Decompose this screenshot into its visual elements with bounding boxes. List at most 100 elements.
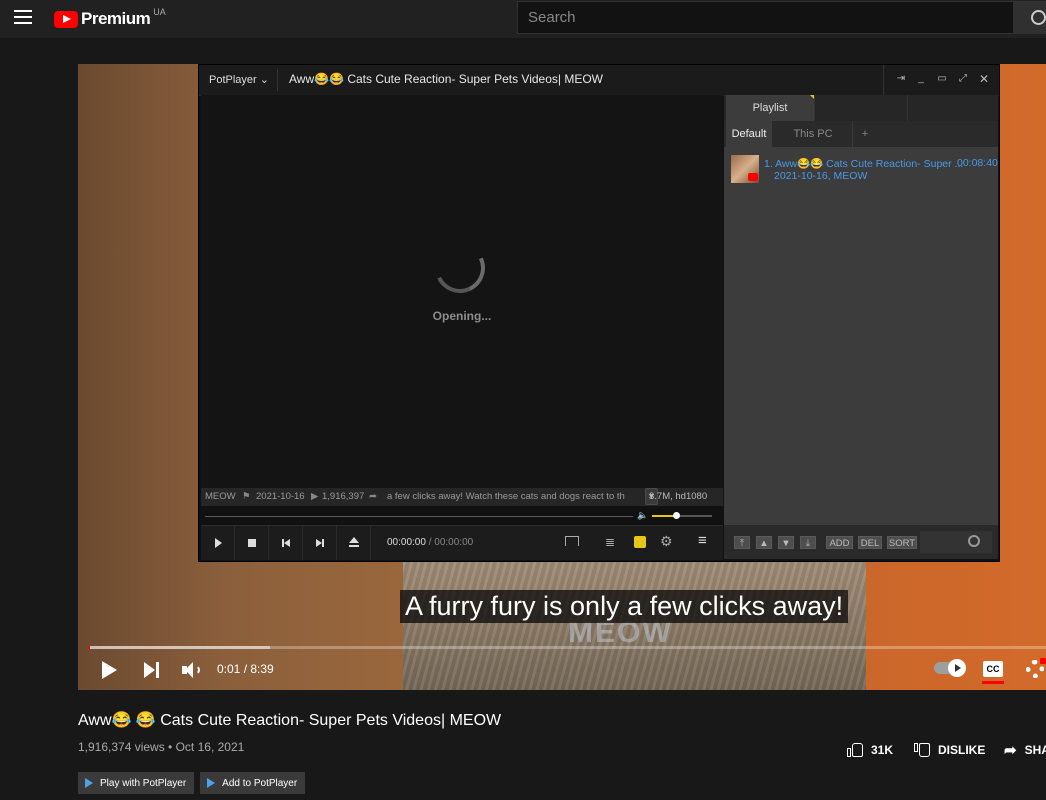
- add-to-potplayer-button[interactable]: Add to PotPlayer: [200, 772, 306, 794]
- search-box[interactable]: [517, 1, 1018, 34]
- flag-icon: ⚑: [242, 491, 251, 502]
- potplayer-menu-icon[interactable]: ≡: [698, 532, 707, 549]
- playlist-item-title: 1. Aww😂😂 Cats Cute Reaction- Super ...: [764, 158, 964, 170]
- play-with-potplayer-button[interactable]: Play with PotPlayer: [78, 772, 195, 794]
- like-count: 31K: [871, 743, 894, 757]
- search-button[interactable]: [1014, 1, 1046, 34]
- potplayer-video-area[interactable]: Opening...: [201, 95, 723, 488]
- play-count-icon: ▶: [311, 491, 319, 502]
- playlist-subtab-bar: Default This PC +: [724, 121, 998, 147]
- share-arrow-icon: ➦: [369, 491, 377, 502]
- potplayer-play-button[interactable]: [201, 526, 235, 560]
- youtube-logo-icon: [54, 10, 78, 28]
- playlist-search-icon[interactable]: ≣: [605, 535, 615, 549]
- playlist-item-thumbnail: [731, 155, 759, 183]
- dislike-label: DISLIKE: [938, 743, 986, 757]
- info-description: a few clicks away! Watch these cats and …: [387, 491, 625, 502]
- time-display: 0:01 / 8:39: [217, 662, 274, 676]
- potplayer-next-button[interactable]: [303, 526, 337, 560]
- play-with-potplayer-label: Play with PotPlayer: [100, 777, 187, 789]
- playlist-toolbar: ⤒ ▲ ▼ ⤓ ADD DEL SORT: [724, 525, 998, 559]
- move-up-button[interactable]: ▲: [756, 536, 772, 549]
- sort-button[interactable]: SORT: [887, 536, 917, 549]
- subtitle-caption: A furry fury is only a few clicks away!: [400, 590, 849, 623]
- move-down-button[interactable]: ▼: [778, 536, 794, 549]
- thumbs-up-icon: [847, 743, 863, 757]
- potplayer-volume-icon[interactable]: 🔈: [637, 510, 648, 521]
- share-button[interactable]: ➦ SHARE: [1004, 740, 1046, 760]
- menu-icon[interactable]: [14, 10, 32, 24]
- progress-loaded: [88, 646, 271, 649]
- preferences-gear-icon[interactable]: ⚙: [660, 533, 673, 550]
- video-title: Aww😂 😂 Cats Cute Reaction- Super Pets Vi…: [78, 712, 502, 729]
- subtitle-toggle-icon[interactable]: [634, 536, 646, 548]
- autoplay-toggle[interactable]: [934, 659, 966, 677]
- potplayer-previous-button[interactable]: [269, 526, 303, 560]
- progress-played: [88, 646, 90, 649]
- tab-empty-slot[interactable]: [814, 95, 908, 121]
- subtab-default[interactable]: Default: [726, 121, 772, 147]
- video-meta: 1,916,374 views • Oct 16, 2021: [78, 740, 245, 754]
- close-button[interactable]: ✕: [976, 72, 992, 86]
- captions-active-indicator: [982, 681, 1004, 684]
- video-frame: MEOW: [403, 562, 866, 690]
- cast-icon[interactable]: [565, 536, 579, 546]
- info-date: 2021-10-16: [256, 491, 305, 502]
- potplayer-info-bar: MEOW ⚑ 2021-10-16 ▶ 1,916,397 ➦ a few cl…: [201, 488, 723, 506]
- potplayer-titlebar[interactable]: PotPlayer ⌄ Aww😂😂 Cats Cute Reaction- Su…: [199, 65, 999, 96]
- potplayer-seek-bar[interactable]: [205, 516, 633, 517]
- potplayer-menu-button[interactable]: PotPlayer ⌄: [201, 69, 278, 91]
- info-views: 1,916,397: [322, 491, 365, 502]
- delete-button[interactable]: DEL: [858, 536, 882, 549]
- fullscreen-button[interactable]: ⤢: [955, 72, 971, 86]
- next-button[interactable]: [144, 661, 160, 679]
- potplayer-time-current: 00:00:00: [387, 537, 426, 548]
- potplayer-volume-handle[interactable]: [673, 512, 680, 519]
- volume-icon[interactable]: [182, 661, 202, 679]
- play-triangle-icon: [85, 778, 93, 788]
- playlist-tab-bar: Playlist: [724, 95, 998, 121]
- play-button[interactable]: [102, 661, 117, 679]
- playlist-item-meta: 2021-10-16, MEOW: [774, 170, 868, 182]
- progress-bar[interactable]: [88, 646, 1046, 649]
- minimize-button[interactable]: _: [913, 72, 929, 86]
- quality-select[interactable]: 3.7M, hd1080 ▾: [645, 488, 707, 505]
- potplayer-stop-button[interactable]: [235, 526, 269, 560]
- add-button[interactable]: ADD: [826, 536, 853, 549]
- playlist-panel: Playlist Default This PC + 1. Aww😂😂 Cats…: [724, 95, 998, 559]
- brand-label: Premium: [81, 9, 151, 28]
- subtab-this-pc[interactable]: This PC: [776, 121, 850, 147]
- potplayer-control-bar: 00:00:00 / 00:00:00 ≣ ⚙ ≡: [201, 525, 723, 560]
- potplayer-time-total: 00:00:00: [434, 537, 474, 548]
- maximize-button[interactable]: ▭: [934, 72, 950, 86]
- captions-button[interactable]: CC: [983, 661, 1003, 677]
- loading-spinner-icon: [427, 235, 493, 301]
- search-icon: [968, 535, 980, 547]
- search-input[interactable]: [518, 2, 1018, 33]
- info-channel: MEOW: [205, 491, 236, 502]
- potplayer-eject-button[interactable]: [337, 526, 371, 560]
- country-code: UA: [153, 7, 166, 17]
- playlist-item-duration: 00:08:40: [957, 157, 998, 169]
- potplayer-window: PotPlayer ⌄ Aww😂😂 Cats Cute Reaction- Su…: [198, 64, 1000, 562]
- tab-playlist[interactable]: Playlist: [726, 95, 814, 121]
- youtube-premium-logo[interactable]: Premium UA: [54, 7, 166, 30]
- move-bottom-button[interactable]: ⤓: [800, 536, 816, 549]
- like-button[interactable]: 31K: [847, 740, 893, 760]
- share-label: SHARE: [1024, 743, 1046, 757]
- move-top-button[interactable]: ⤒: [734, 536, 750, 549]
- quality-value: 3.7M, hd1080: [649, 491, 708, 502]
- dislike-button[interactable]: DISLIKE: [914, 740, 985, 760]
- hd-badge-icon: [1040, 658, 1046, 664]
- share-icon: ➦: [1004, 742, 1017, 759]
- playlist-item[interactable]: 1. Aww😂😂 Cats Cute Reaction- Super ... 0…: [726, 151, 998, 191]
- pin-icon[interactable]: ⇥: [893, 72, 909, 86]
- potplayer-window-title: Aww😂😂 Cats Cute Reaction- Super Pets Vid…: [289, 72, 604, 86]
- status-text: Opening...: [432, 309, 492, 323]
- potplayer-time-display: 00:00:00 / 00:00:00: [387, 537, 474, 548]
- playlist-search[interactable]: [920, 531, 992, 553]
- top-bar: Premium UA: [0, 0, 1046, 38]
- potplayer-extension-row: Play with PotPlayer Add to PotPlayer: [78, 772, 306, 794]
- subtab-add[interactable]: +: [852, 121, 877, 147]
- play-triangle-icon: [207, 778, 216, 788]
